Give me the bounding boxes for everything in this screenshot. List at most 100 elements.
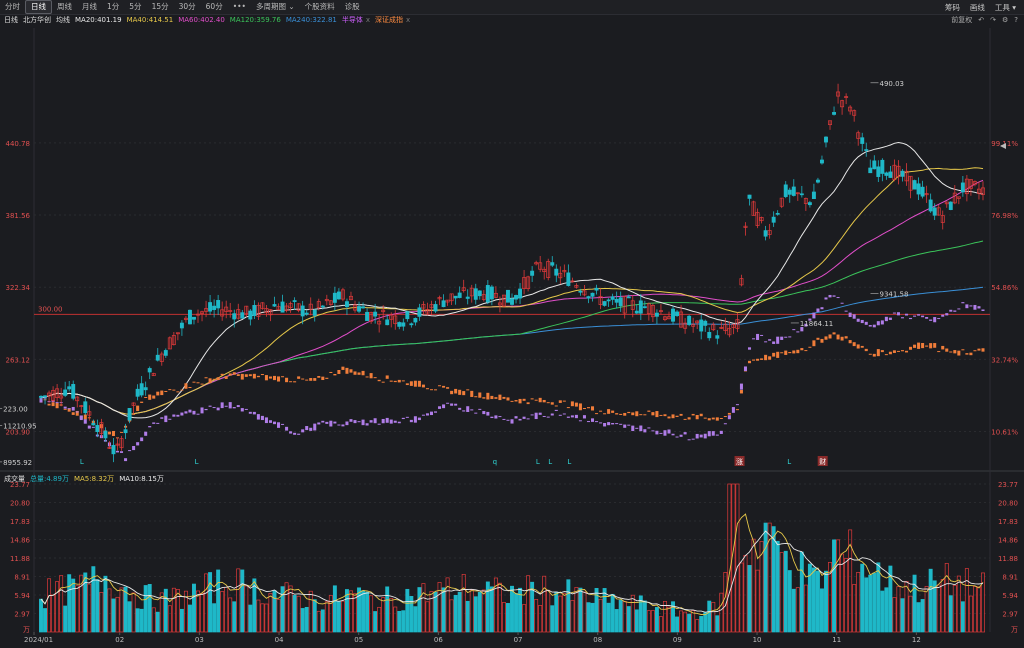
index-candle [639, 414, 643, 416]
semi-candle [381, 418, 385, 424]
index-candle [208, 378, 212, 384]
candle-body [948, 201, 953, 210]
index-candle [945, 348, 949, 352]
semi-candle [454, 403, 458, 406]
index-candle [236, 374, 240, 376]
vol-tick-label: 5.94 [14, 592, 30, 600]
semi-candle [373, 418, 377, 424]
volume-bar [538, 605, 543, 633]
index-candle [611, 410, 615, 413]
volume-bar [824, 570, 828, 633]
semi-candle [514, 416, 518, 419]
candle-body [312, 309, 317, 316]
index-candle [63, 408, 67, 410]
candle-body [868, 167, 873, 174]
volume-bar [803, 584, 808, 633]
index-candle [792, 350, 796, 354]
semi-candle [651, 430, 655, 432]
volume-bar [976, 586, 981, 633]
index-candle [248, 374, 252, 377]
volume-bar [904, 581, 909, 633]
candle-body [876, 166, 881, 177]
candle-body [932, 207, 937, 216]
semi-candle [305, 426, 309, 431]
index-candle [494, 397, 498, 399]
index-candle [264, 375, 268, 381]
index-candle [401, 380, 405, 382]
x-month-label: 09 [673, 636, 682, 644]
semi-candle [909, 317, 913, 320]
volume-bar [876, 562, 881, 633]
semi-candle [325, 421, 329, 424]
reference-line-label: 300.00 [38, 305, 63, 313]
volume-bar [542, 575, 547, 633]
index-candle [317, 375, 321, 378]
index-candle [675, 415, 679, 417]
index-candle [212, 378, 216, 380]
volume-bar [948, 595, 953, 633]
semi-candle [574, 414, 578, 419]
index-candle [268, 376, 272, 379]
candle-body [550, 262, 555, 266]
volume-bar [159, 592, 164, 633]
volume-bar [208, 572, 213, 633]
volume-bar [135, 608, 140, 633]
index-candle [595, 413, 599, 415]
index-candle [429, 389, 434, 391]
index-candle [852, 342, 856, 347]
semi-candle [929, 319, 933, 321]
index-candle [562, 400, 566, 402]
index-candle [872, 353, 876, 357]
index-candle [880, 350, 884, 353]
semi-candle [470, 409, 474, 411]
x-month-label: 2024/01 [24, 636, 53, 644]
semi-candle [812, 312, 816, 319]
index-candle [361, 370, 365, 376]
index-candle [808, 346, 812, 348]
x-month-label: 04 [275, 636, 284, 644]
vol-tick-label-right: 23.77 [998, 481, 1018, 489]
candle-body [554, 268, 559, 276]
index-candle [216, 377, 220, 381]
volume-bar [787, 570, 792, 633]
semi-candle [844, 310, 848, 312]
semi-candle [429, 411, 434, 416]
volume-bar [212, 603, 217, 633]
volume-bar [381, 597, 386, 633]
index-candle [607, 409, 611, 414]
kline-chart[interactable]: 440.7899.11%381.5676.98%322.3454.86%263.… [0, 0, 1024, 648]
index-candle [647, 410, 651, 412]
semi-candle [896, 312, 900, 316]
semi-candle [228, 402, 232, 409]
index-candle [776, 351, 780, 358]
volume-bar [393, 606, 398, 633]
volume-bar [687, 613, 692, 633]
semi-candle [880, 320, 884, 325]
semi-candle [240, 408, 244, 412]
semi-candle [196, 413, 200, 415]
semi-candle [832, 295, 836, 297]
index-candle [534, 399, 538, 401]
volume-bar [385, 586, 390, 633]
index-candle [176, 391, 180, 393]
volume-bar [602, 588, 607, 633]
semi-candle [224, 405, 228, 407]
index-candle [522, 398, 526, 401]
candle-body [864, 149, 869, 151]
volume-bar [59, 575, 64, 633]
volume-bar [654, 607, 659, 633]
semi-candle [707, 431, 711, 437]
volume-bar [405, 588, 410, 633]
volume-bar [558, 595, 563, 633]
x-month-label: 11 [832, 636, 841, 644]
index-candle [204, 377, 208, 379]
index-candle [47, 403, 51, 406]
index-candle [764, 354, 768, 361]
candle-body [417, 307, 422, 317]
index-candle [655, 411, 659, 418]
semi-candle [546, 416, 550, 418]
volume-bar [892, 597, 897, 633]
volume-bar [75, 585, 80, 633]
semi-candle [659, 432, 663, 434]
candle-body [820, 159, 824, 164]
